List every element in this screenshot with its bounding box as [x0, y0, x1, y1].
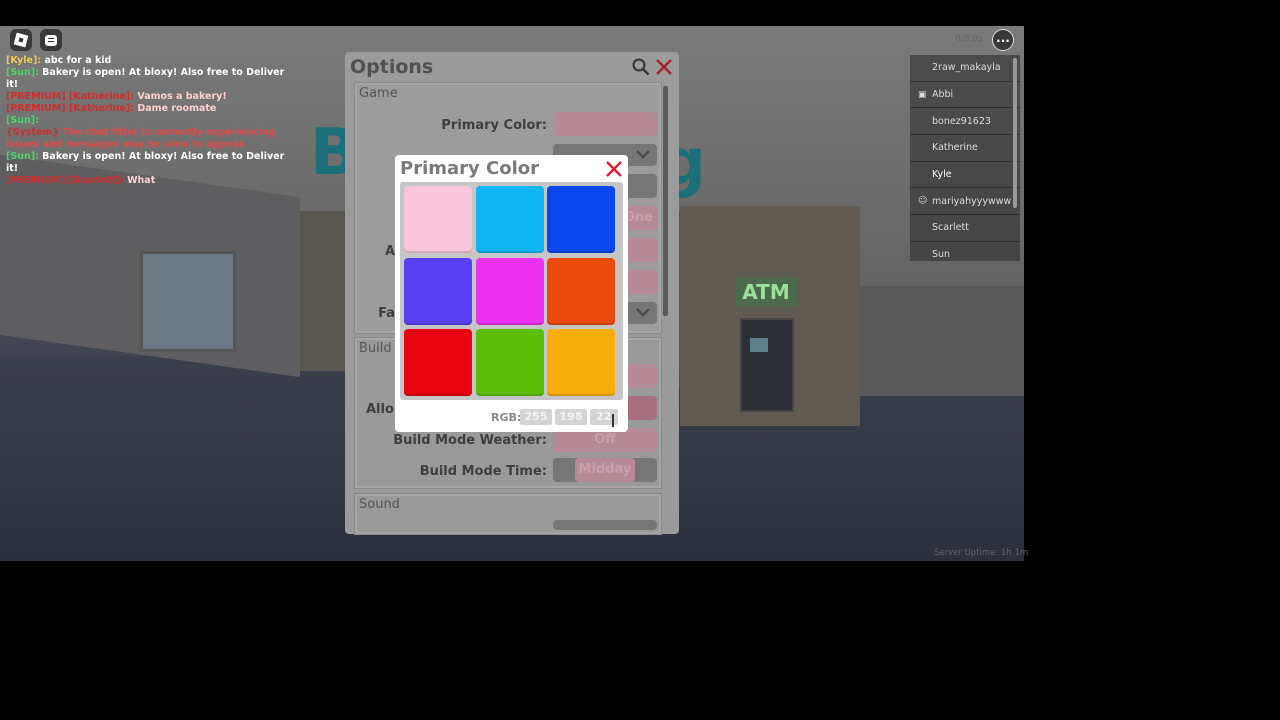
- player-list-item[interactable]: ☺ mariyahyyywww: [910, 188, 1020, 216]
- building-window: [140, 251, 236, 352]
- chat-speaker[interactable]: [Sun]:: [6, 151, 39, 162]
- premium-icon: ▣: [918, 89, 927, 100]
- partial-label-a: A: [385, 244, 396, 259]
- color-swatch[interactable]: [547, 329, 615, 396]
- player-list-item[interactable]: Katherine: [910, 135, 1020, 162]
- build-time-pill: Midday: [575, 458, 635, 482]
- chat-text: abc for a kid: [44, 55, 112, 66]
- chat-speaker[interactable]: {System}: [6, 127, 59, 138]
- player-name: Sun: [932, 249, 951, 261]
- chat-text: Dame roomate: [137, 103, 217, 114]
- chat-message: [Sun]: Bakery is open! At bloxy! Also fr…: [6, 67, 296, 91]
- color-swatch-grid: [400, 182, 623, 400]
- player-name: mariyahyyywww: [932, 195, 1012, 207]
- build-weather-label: Build Mode Weather:: [393, 433, 547, 448]
- top-right-status: 0.0.0s: [955, 34, 983, 44]
- chat-toggle-button[interactable]: [40, 29, 62, 51]
- player-name: Kyle: [932, 169, 952, 181]
- section-sound-title: Sound: [359, 497, 400, 512]
- rgb-red-input[interactable]: 255: [520, 409, 552, 425]
- build-time-value: Midday: [578, 462, 632, 477]
- chat-message: {System} The chat filter is currently ex…: [6, 127, 296, 151]
- build-time-label: Build Mode Time:: [419, 464, 547, 479]
- options-scrollbar[interactable]: [663, 86, 668, 316]
- chat-message: [PREMIUM] [Katherine]: Dame roomate: [6, 103, 296, 115]
- close-icon[interactable]: [605, 160, 623, 178]
- player-name: Abbi: [932, 89, 954, 101]
- player-list-item[interactable]: Kyle: [910, 162, 1020, 189]
- color-swatch[interactable]: [475, 329, 544, 396]
- roblox-menu-button[interactable]: [10, 29, 32, 51]
- chat-message: [PREMIUM] [Katherine]: Vamos a bakery!: [6, 91, 296, 103]
- color-swatch[interactable]: [404, 186, 472, 253]
- primary-color-title: Primary Color: [400, 158, 540, 179]
- options-title: Options: [350, 56, 434, 78]
- section-game-title: Game: [359, 86, 398, 101]
- player-name: Scarlett: [932, 222, 969, 234]
- text-cursor-icon: [612, 414, 614, 427]
- player-name: 2raw_makayla: [932, 62, 1001, 74]
- roblox-logo-icon: [13, 32, 29, 48]
- search-icon[interactable]: [632, 58, 650, 76]
- server-uptime: Server Uptime: 1h 1m: [934, 548, 1029, 558]
- color-swatch[interactable]: [547, 186, 615, 253]
- primary-color-popup: Primary Color RGB: 255 198 22: [395, 155, 628, 432]
- color-swatch[interactable]: [404, 329, 472, 396]
- player-list-item[interactable]: ▣ Abbi: [910, 82, 1020, 109]
- atm-sign: ATM: [735, 277, 797, 307]
- player-list-item[interactable]: bonez91623: [910, 108, 1020, 136]
- friends-icon: ☺: [918, 196, 928, 207]
- chat-speaker[interactable]: [Sun]:: [6, 67, 39, 78]
- color-swatch[interactable]: [547, 257, 615, 325]
- chat-message: [Sun]: Bakery is open! At bloxy! Also fr…: [6, 151, 296, 175]
- rgb-green-input[interactable]: 198: [555, 409, 587, 425]
- chat-text: Bakery is open! At bloxy! Also free to D…: [6, 67, 285, 90]
- chat-message: [Sun]:: [6, 115, 296, 127]
- player-name: bonez91623: [932, 115, 991, 127]
- wall-right: [860, 286, 1024, 396]
- sound-field[interactable]: [553, 520, 657, 530]
- chat-speaker[interactable]: [Kyle]:: [6, 55, 41, 66]
- close-icon[interactable]: [655, 58, 673, 76]
- ellipsis-icon: ···: [996, 34, 1010, 48]
- primary-color-field[interactable]: [553, 112, 657, 136]
- more-options-button[interactable]: ···: [992, 29, 1014, 51]
- atm-machine[interactable]: [740, 318, 794, 412]
- chat-message: [Kyle]: abc for a kid: [6, 55, 296, 67]
- chat-icon: [45, 34, 57, 46]
- atm-screen: [750, 338, 768, 352]
- partial-label-fa: Fa: [378, 306, 395, 321]
- primary-color-label: Primary Color:: [441, 118, 547, 133]
- chat-text: Vamos a bakery!: [137, 91, 227, 102]
- chevron-down-icon: [636, 308, 650, 317]
- player-list-item[interactable]: Scarlett: [910, 215, 1020, 242]
- player-list-item[interactable]: Sun: [910, 242, 1020, 261]
- player-list-scrollbar[interactable]: [1013, 58, 1017, 208]
- chat-speaker[interactable]: [PREMIUM] [Scarlett]:: [6, 175, 124, 186]
- chat-speaker[interactable]: [Sun]:: [6, 115, 39, 126]
- option-field-2-value: One: [623, 210, 653, 225]
- chat-message: [PREMIUM] [Scarlett]: What: [6, 175, 296, 187]
- player-list[interactable]: 2raw_makayla ▣ Abbi bonez91623 Katherine Kyle…: [910, 55, 1020, 261]
- chat-speaker[interactable]: [PREMIUM] [Katherine]:: [6, 91, 134, 102]
- section-build-title: Build: [359, 341, 392, 356]
- build-time-field[interactable]: Midday: [553, 458, 657, 482]
- player-list-item[interactable]: 2raw_makayla: [910, 55, 1020, 82]
- chat-speaker[interactable]: [PREMIUM] [Katherine]:: [6, 103, 134, 114]
- chevron-down-icon: [636, 150, 650, 159]
- rgb-label: RGB:: [491, 411, 522, 424]
- color-swatch[interactable]: [404, 257, 472, 325]
- player-name: Katherine: [932, 142, 978, 154]
- chat-text: Bakery is open! At bloxy! Also free to D…: [6, 151, 285, 174]
- color-swatch[interactable]: [475, 257, 544, 325]
- color-swatch[interactable]: [475, 186, 544, 253]
- chat-text: What: [127, 175, 156, 186]
- chat-log: [Kyle]: abc for a kid [Sun]: Bakery is op…: [6, 55, 296, 187]
